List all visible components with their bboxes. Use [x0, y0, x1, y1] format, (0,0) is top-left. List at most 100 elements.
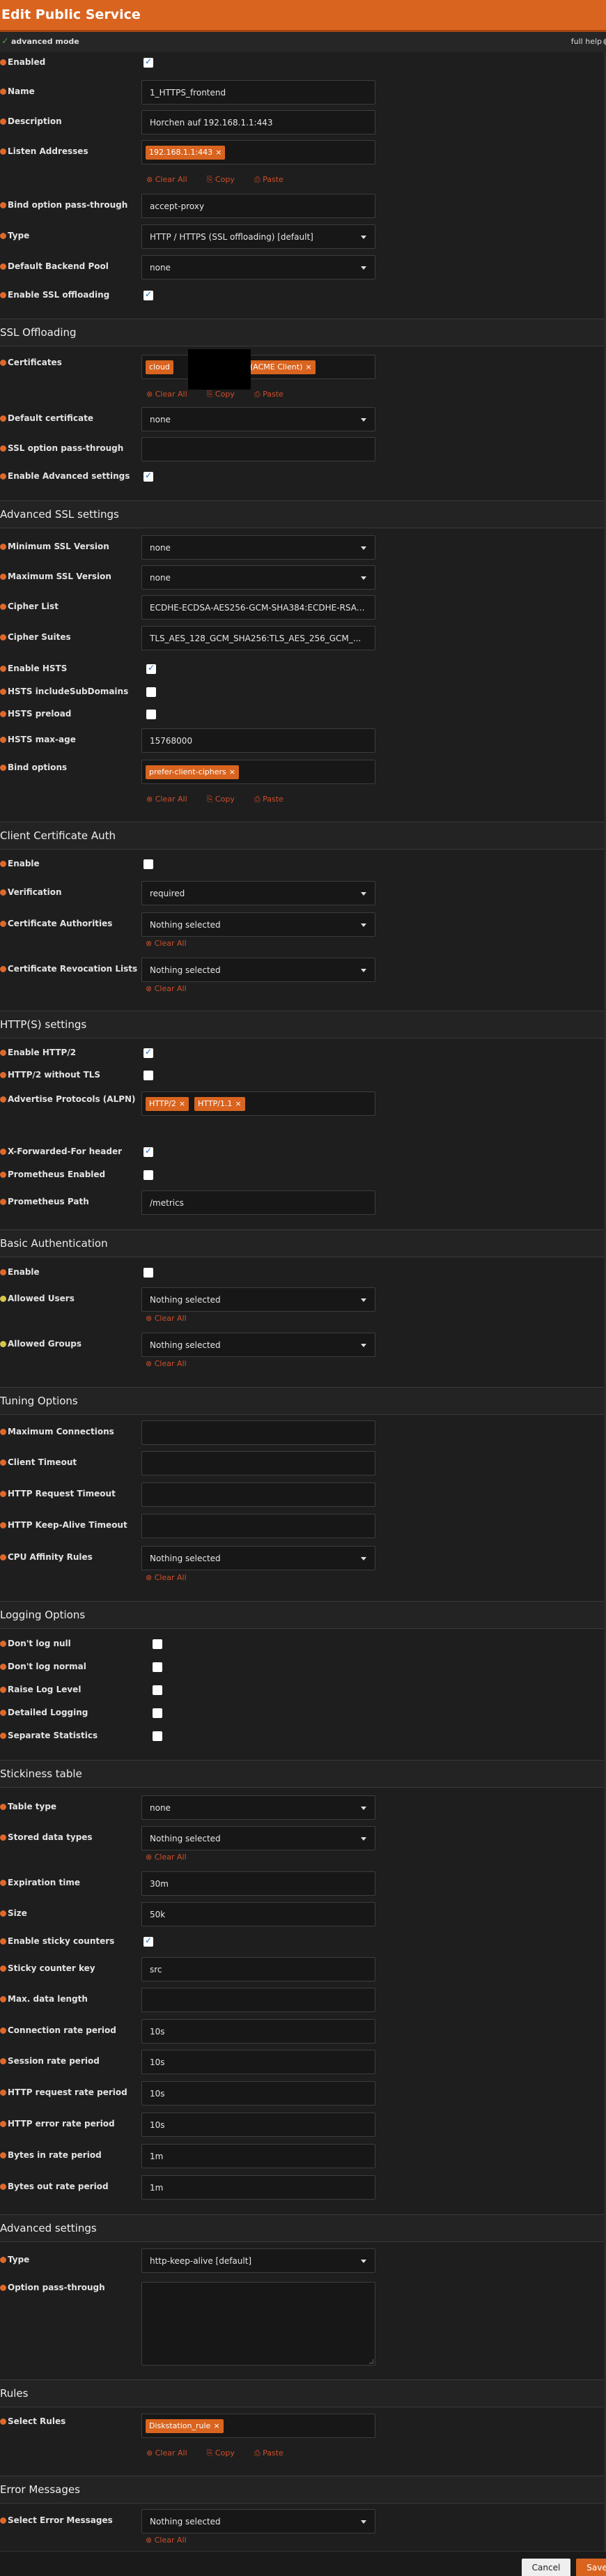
- basic-auth-enable-info-icon[interactable]: [0, 1269, 6, 1275]
- bind-options-clear-all-text[interactable]: Clear All: [155, 795, 187, 804]
- sticky-counter-key-input[interactable]: src: [141, 1957, 375, 1981]
- certificates-clear-all-text[interactable]: Clear All: [155, 390, 187, 399]
- remove-tag-icon[interactable]: ×: [179, 1099, 185, 1108]
- enable-http2-info-icon[interactable]: [0, 1050, 6, 1056]
- select-rules-clear-all-text[interactable]: Clear All: [155, 2448, 187, 2458]
- advertise-protocols-tag-input[interactable]: HTTP/2 × HTTP/1.1 ×: [141, 1091, 375, 1116]
- http-request-timeout-input[interactable]: [141, 1482, 375, 1507]
- allowed-users-clear-all-link[interactable]: ⊗ Clear All: [146, 1314, 187, 1323]
- cpu-affinity-rules-clear-all-link[interactable]: ⊗ Clear All: [146, 1573, 187, 1582]
- resize-grip-icon[interactable]: [369, 2359, 373, 2363]
- select-error-messages-info-icon[interactable]: [0, 2517, 6, 2524]
- bind-options-copy-text[interactable]: Copy: [215, 795, 235, 804]
- bytes-in-rate-period-info-icon[interactable]: [0, 2152, 6, 2159]
- max-data-length-info-icon[interactable]: [0, 1996, 6, 2002]
- certificates-tag[interactable]: (ACME Client) ×: [247, 360, 316, 374]
- expiration-time-info-icon[interactable]: [0, 1880, 6, 1886]
- option-pass-through-info-icon[interactable]: [0, 2285, 6, 2291]
- hsts-preload-checkbox[interactable]: [146, 710, 156, 719]
- enable-http2-checkbox[interactable]: [143, 1047, 153, 1058]
- cancel-button[interactable]: Cancel: [522, 2559, 570, 2576]
- listen-addresses-copy-link[interactable]: ⎘ Copy: [207, 175, 244, 184]
- size-input[interactable]: 50k: [141, 1902, 375, 1926]
- hsts-preload-info-icon[interactable]: [0, 711, 6, 717]
- allowed-groups-select[interactable]: Nothing selected: [141, 1333, 375, 1357]
- detailed-logging-info-icon[interactable]: [0, 1710, 6, 1716]
- certificates-tag-input[interactable]: cloud (ACME Client) ×: [141, 349, 375, 390]
- bind-options-paste-link[interactable]: ⎙ Paste: [254, 795, 293, 804]
- detailed-logging-checkbox[interactable]: [153, 1708, 162, 1718]
- full-help-toggle[interactable]: [603, 38, 606, 45]
- default-certificate-info-icon[interactable]: [0, 415, 6, 422]
- listen-addresses-paste-link[interactable]: ⎙ Paste: [254, 175, 293, 184]
- select-rules-copy-text[interactable]: Copy: [215, 2448, 235, 2458]
- advertise-protocols-tag[interactable]: HTTP/1.1 ×: [194, 1097, 245, 1111]
- http-keep-alive-timeout-info-icon[interactable]: [0, 1522, 6, 1528]
- select-rules-paste-text[interactable]: Paste: [263, 2448, 283, 2458]
- select-error-messages-clear-all-link[interactable]: ⊗ Clear All: [146, 2536, 187, 2545]
- remove-tag-icon[interactable]: ×: [235, 1099, 241, 1108]
- allowed-users-select[interactable]: Nothing selected: [141, 1287, 375, 1312]
- full-help-label[interactable]: full help: [571, 37, 602, 46]
- remove-tag-icon[interactable]: ×: [229, 767, 235, 776]
- select-rules-info-icon[interactable]: [0, 2418, 6, 2425]
- x-forwarded-for-header-checkbox[interactable]: [143, 1146, 153, 1157]
- description-info-icon[interactable]: [0, 118, 6, 125]
- http-error-rate-period-input[interactable]: 10s: [141, 2113, 375, 2137]
- http2-without-tls-checkbox[interactable]: [143, 1071, 153, 1080]
- bytes-in-rate-period-input[interactable]: 1m: [141, 2144, 375, 2168]
- listen-addresses-tag-input[interactable]: 192.168.1.1:443 ×: [141, 140, 375, 164]
- certificates-info-icon[interactable]: [0, 360, 6, 366]
- stored-data-types-info-icon[interactable]: [0, 1834, 6, 1841]
- select-rules-paste-link[interactable]: ⎙ Paste: [254, 2448, 293, 2458]
- dont-log-null-info-icon[interactable]: [0, 1641, 6, 1647]
- certificate-revocation-lists-clear-all-text[interactable]: Clear All: [155, 984, 187, 993]
- advanced-mode-label[interactable]: advanced mode: [11, 37, 79, 46]
- maximum-connections-info-icon[interactable]: [0, 1429, 6, 1435]
- connection-rate-period-input[interactable]: 10s: [141, 2019, 375, 2044]
- hsts-max-age-info-icon[interactable]: [0, 737, 6, 743]
- verification-info-icon[interactable]: [0, 889, 6, 896]
- ssl-option-pass-through-info-icon[interactable]: [0, 445, 6, 452]
- listen-addresses-clear-all-link[interactable]: ⊗ Clear All: [146, 175, 197, 184]
- default-certificate-select[interactable]: none: [141, 407, 375, 431]
- certificate-authorities-select[interactable]: Nothing selected: [141, 912, 375, 937]
- listen-addresses-info-icon[interactable]: [0, 148, 6, 155]
- raise-log-level-info-icon[interactable]: [0, 1687, 6, 1693]
- certificates-paste-link[interactable]: ⎙ Paste: [254, 390, 293, 399]
- http-error-rate-period-info-icon[interactable]: [0, 2121, 6, 2127]
- listen-addresses-tag[interactable]: 192.168.1.1:443 ×: [146, 146, 226, 160]
- listen-addresses-clear-all-text[interactable]: Clear All: [155, 175, 187, 184]
- certificate-revocation-lists-info-icon[interactable]: [0, 966, 6, 972]
- cpu-affinity-rules-clear-all-text[interactable]: Clear All: [155, 1573, 187, 1582]
- separate-statistics-checkbox[interactable]: [153, 1731, 162, 1741]
- select-rules-tag[interactable]: Diskstation_rule ×: [146, 2419, 224, 2433]
- basic-auth-enable-checkbox[interactable]: [143, 1268, 153, 1278]
- dont-log-null-checkbox[interactable]: [153, 1639, 162, 1649]
- prometheus-enabled-checkbox[interactable]: [143, 1170, 153, 1180]
- listen-addresses-copy-text[interactable]: Copy: [215, 175, 235, 184]
- enable-sticky-counters-info-icon[interactable]: [0, 1938, 6, 1945]
- http-request-rate-period-info-icon[interactable]: [0, 2090, 6, 2096]
- bind-options-copy-link[interactable]: ⎘ Copy: [207, 795, 244, 804]
- certificate-authorities-clear-all-text[interactable]: Clear All: [155, 939, 187, 948]
- cipher-list-input[interactable]: ECDHE-ECDSA-AES256-GCM-SHA384:ECDHE-RSA-…: [141, 595, 375, 620]
- maximum-connections-input[interactable]: [141, 1420, 375, 1445]
- dont-log-normal-info-icon[interactable]: [0, 1664, 6, 1670]
- prometheus-path-info-icon[interactable]: [0, 1199, 6, 1205]
- connection-rate-period-info-icon[interactable]: [0, 2027, 6, 2034]
- stored-data-types-select[interactable]: Nothing selected: [141, 1826, 375, 1850]
- enable-advanced-settings-info-icon[interactable]: [0, 473, 6, 480]
- bind-options-tag-input[interactable]: prefer-client-ciphers ×: [141, 760, 375, 784]
- http2-without-tls-info-icon[interactable]: [0, 1072, 6, 1078]
- cipher-list-info-icon[interactable]: [0, 604, 6, 610]
- certificate-revocation-lists-select[interactable]: Nothing selected: [141, 958, 375, 982]
- stored-data-types-clear-all-text[interactable]: Clear All: [155, 1853, 187, 1862]
- verification-select[interactable]: required: [141, 881, 375, 905]
- select-error-messages-clear-all-text[interactable]: Clear All: [155, 2536, 187, 2545]
- client-cert-enable-checkbox[interactable]: [143, 859, 153, 869]
- prometheus-enabled-info-icon[interactable]: [0, 1172, 6, 1178]
- size-info-icon[interactable]: [0, 1910, 6, 1917]
- advertise-protocols-info-icon[interactable]: [0, 1096, 6, 1103]
- cipher-suites-info-icon[interactable]: [0, 634, 6, 641]
